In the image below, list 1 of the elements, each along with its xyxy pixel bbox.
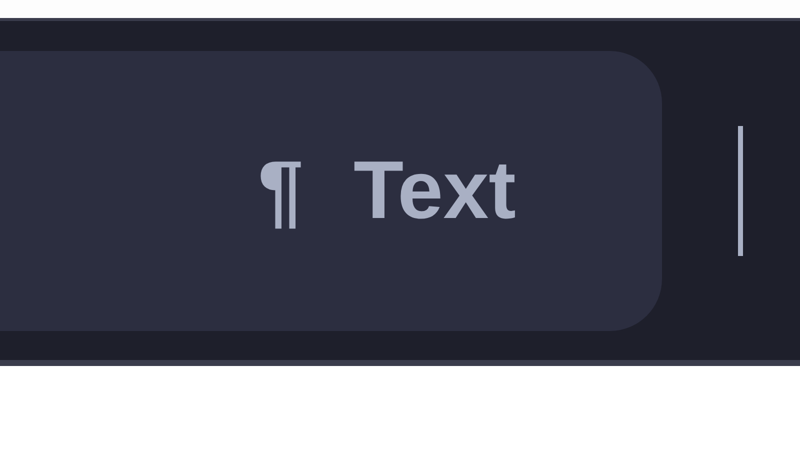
text-button[interactable]: ¶ Text — [0, 50, 662, 330]
